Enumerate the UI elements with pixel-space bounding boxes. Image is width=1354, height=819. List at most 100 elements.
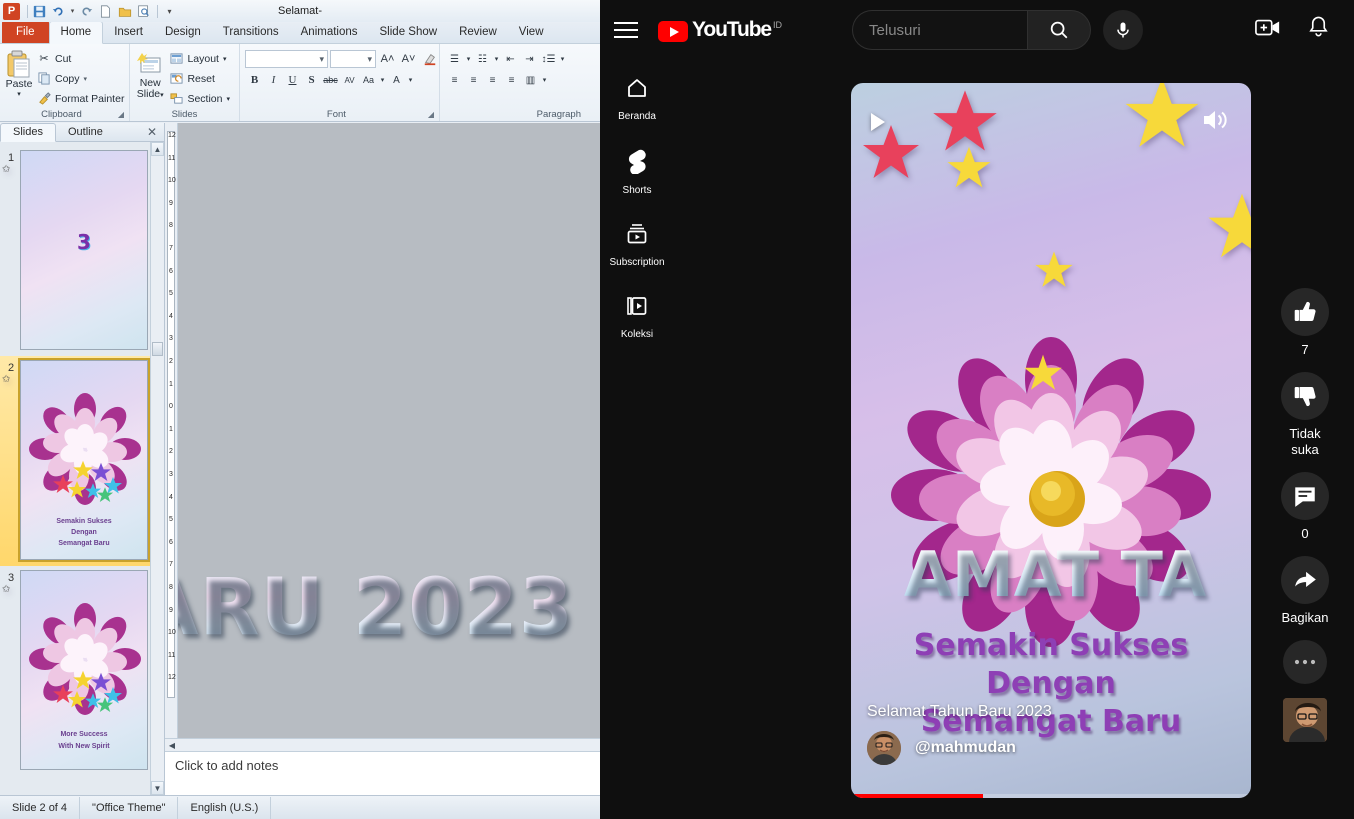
list-item[interactable]: 2 ✩: [0, 356, 164, 566]
ribbon-tab-transitions[interactable]: Transitions: [212, 22, 290, 43]
change-case-dropdown-icon[interactable]: ▾: [378, 71, 387, 89]
like-circle[interactable]: [1281, 288, 1329, 336]
ribbon-tab-view[interactable]: View: [508, 22, 555, 43]
font-dialog-launcher-icon[interactable]: ◢: [428, 108, 434, 121]
slide-thumbnail-1[interactable]: 3: [20, 150, 148, 350]
font-size-select[interactable]: ▾: [330, 50, 376, 68]
undo-dropdown-icon[interactable]: ▾: [69, 3, 76, 20]
save-icon[interactable]: [31, 3, 48, 20]
list-item[interactable]: 3 ✩: [0, 566, 164, 776]
redo-icon[interactable]: [78, 3, 95, 20]
new-slide-button[interactable]: New Slide▾: [135, 49, 165, 101]
section-dropdown-icon[interactable]: ▾: [226, 95, 230, 103]
search-input[interactable]: Telusuri: [852, 10, 1027, 50]
slides-pane-scrollbar[interactable]: ▲ ▼: [150, 142, 164, 795]
section-button[interactable]: Section ▾: [167, 89, 234, 108]
sidebar-item-shorts[interactable]: Shorts: [600, 132, 674, 206]
slide-canvas[interactable]: ARU 2023: [178, 123, 600, 738]
ribbon-tab-file[interactable]: File: [2, 21, 49, 43]
bullets-button[interactable]: ☰: [445, 50, 464, 68]
columns-button[interactable]: ▥: [521, 71, 540, 89]
slide-thumbnail-2[interactable]: Semakin Sukses Dengan Semangat Baru: [20, 360, 148, 560]
volume-button[interactable]: [1201, 107, 1231, 138]
justify-button[interactable]: ≡: [502, 71, 521, 89]
search-button[interactable]: [1027, 10, 1091, 50]
clipboard-dialog-launcher-icon[interactable]: ◢: [118, 108, 124, 121]
channel-row[interactable]: @mahmudan: [867, 731, 1016, 765]
ribbon-tab-animations[interactable]: Animations: [290, 22, 369, 43]
clear-formatting-icon[interactable]: [420, 50, 439, 68]
hamburger-menu-icon[interactable]: [614, 18, 642, 42]
numbering-button[interactable]: ☷: [473, 50, 492, 68]
ribbon-tab-review[interactable]: Review: [448, 22, 508, 43]
layout-dropdown-icon[interactable]: ▾: [223, 55, 227, 63]
columns-dropdown-icon[interactable]: ▾: [540, 71, 549, 89]
paste-dropdown-icon[interactable]: ▾: [17, 90, 21, 98]
channel-handle[interactable]: @mahmudan: [915, 739, 1016, 757]
ribbon-tab-design[interactable]: Design: [154, 22, 212, 43]
share-circle[interactable]: [1281, 556, 1329, 604]
share-button[interactable]: Bagikan: [1268, 556, 1342, 626]
copy-dropdown-icon[interactable]: ▾: [84, 75, 88, 83]
font-color-button[interactable]: A: [387, 71, 406, 89]
ribbon-tab-home[interactable]: Home: [49, 21, 104, 44]
bullets-dropdown-icon[interactable]: ▾: [464, 50, 473, 68]
customize-quick-access-icon[interactable]: ▾: [161, 3, 178, 20]
sidebar-item-subscription[interactable]: Subscription: [600, 206, 674, 278]
tab-outline[interactable]: Outline: [56, 124, 115, 141]
dislike-button[interactable]: Tidak suka: [1268, 372, 1342, 458]
notifications-button[interactable]: [1307, 15, 1330, 45]
scroll-down-icon[interactable]: ▼: [151, 781, 164, 795]
close-icon[interactable]: ✕: [140, 123, 164, 141]
font-color-dropdown-icon[interactable]: ▾: [406, 71, 415, 89]
voice-search-button[interactable]: [1103, 10, 1143, 50]
open-folder-icon[interactable]: [116, 3, 133, 20]
create-video-button[interactable]: [1255, 17, 1281, 44]
align-left-button[interactable]: ≡: [445, 71, 464, 89]
video-progress-bar[interactable]: [851, 794, 1251, 798]
list-item[interactable]: 1 ✩ 3: [0, 146, 164, 356]
sidebar-item-beranda[interactable]: Beranda: [600, 60, 674, 132]
slide-title-text[interactable]: ARU 2023: [178, 563, 574, 653]
slide-thumbnail-3[interactable]: More Success With New Spirit: [20, 570, 148, 770]
more-button[interactable]: [1268, 640, 1342, 684]
line-spacing-dropdown-icon[interactable]: ▾: [558, 50, 567, 68]
tab-slides[interactable]: Slides: [0, 123, 56, 142]
font-family-select[interactable]: ▾: [245, 50, 328, 68]
character-spacing-button[interactable]: AV: [340, 71, 359, 89]
notes-pane[interactable]: Click to add notes: [165, 751, 600, 795]
format-painter-button[interactable]: Format Painter: [35, 89, 128, 108]
sidebar-item-koleksi[interactable]: Koleksi: [600, 278, 674, 350]
numbering-dropdown-icon[interactable]: ▾: [492, 50, 501, 68]
layout-button[interactable]: Layout ▾: [167, 49, 234, 68]
italic-button[interactable]: I: [264, 71, 283, 89]
print-preview-icon[interactable]: [135, 3, 152, 20]
undo-icon[interactable]: [50, 3, 67, 20]
scrollbar-thumb[interactable]: [152, 342, 163, 356]
strikethrough-button[interactable]: abc: [321, 71, 340, 89]
decrease-font-size-button[interactable]: A˅: [399, 50, 418, 68]
horizontal-scrollbar[interactable]: ◀: [165, 738, 600, 751]
copy-button[interactable]: Copy ▾: [35, 69, 128, 88]
video-player[interactable]: AMAT TA Semakin Sukses Dengan Semangat B…: [851, 83, 1251, 798]
line-spacing-button[interactable]: ↕☰: [539, 50, 558, 68]
cut-button[interactable]: ✂ Cut: [35, 49, 128, 68]
avatar[interactable]: [867, 731, 901, 765]
shadow-button[interactable]: S: [302, 71, 321, 89]
scroll-up-icon[interactable]: ▲: [151, 142, 164, 156]
change-case-button[interactable]: Aa: [359, 71, 378, 89]
bold-button[interactable]: B: [245, 71, 264, 89]
play-icon[interactable]: [871, 113, 885, 131]
comment-circle[interactable]: [1281, 472, 1329, 520]
align-right-button[interactable]: ≡: [483, 71, 502, 89]
decrease-indent-button[interactable]: ⇤: [501, 50, 520, 68]
align-center-button[interactable]: ≡: [464, 71, 483, 89]
underline-button[interactable]: U: [283, 71, 302, 89]
increase-indent-button[interactable]: ⇥: [520, 50, 539, 68]
increase-font-size-button[interactable]: A˄: [378, 50, 397, 68]
more-circle[interactable]: [1283, 640, 1327, 684]
reset-button[interactable]: Reset: [167, 69, 234, 88]
paste-button[interactable]: Paste ▾: [5, 49, 33, 98]
ribbon-tab-insert[interactable]: Insert: [103, 22, 154, 43]
new-file-icon[interactable]: [97, 3, 114, 20]
